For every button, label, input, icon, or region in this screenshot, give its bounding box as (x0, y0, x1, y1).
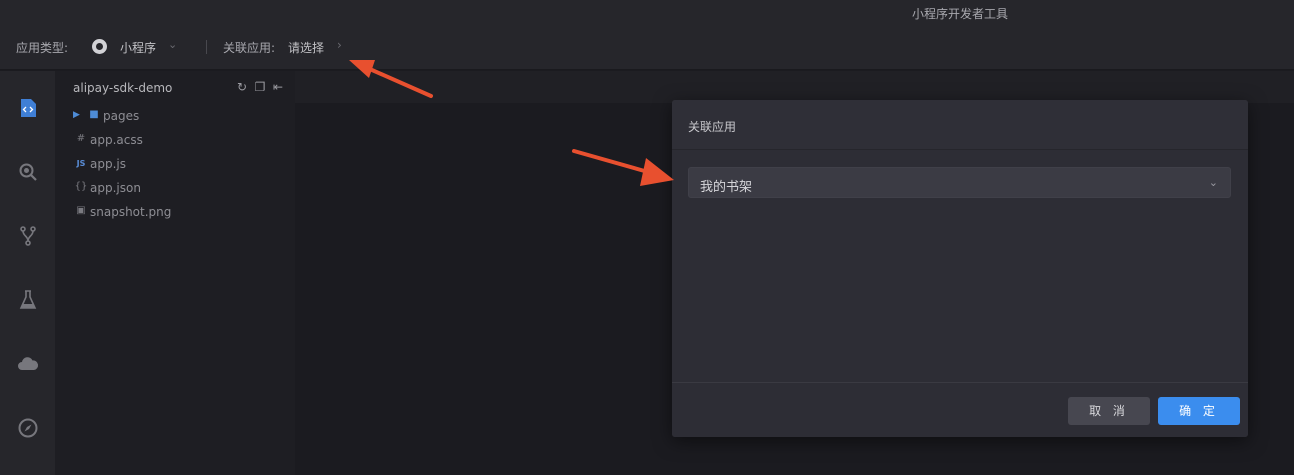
folder-icon: ■ (89, 109, 99, 120)
dialog-title: 关联应用 (688, 120, 737, 134)
cloud-icon[interactable] (17, 353, 39, 375)
git-branch-icon[interactable] (17, 225, 39, 247)
annotation-arrow-icon (349, 60, 433, 98)
search-debug-icon[interactable] (17, 161, 39, 183)
tree-item-snapshot-png[interactable]: ▣ snapshot.png (55, 200, 295, 224)
chevron-down-icon[interactable]: ⌄ (1209, 176, 1218, 189)
image-file-icon: ▣ (76, 205, 86, 216)
chevron-down-icon[interactable]: ⌄ (168, 38, 177, 51)
compass-icon[interactable] (17, 417, 39, 439)
explorer-actions: ↻ ❐ ⇤ (233, 80, 287, 94)
tree-item-label: app.acss (90, 133, 143, 147)
code-file-icon[interactable] (17, 97, 39, 119)
tree-item-label: app.json (90, 181, 141, 195)
toolbar-divider (206, 40, 207, 54)
project-name: alipay-sdk-demo (73, 81, 173, 95)
tree-item-label: app.js (90, 157, 126, 171)
tree-item-app-js[interactable]: JS app.js (55, 152, 295, 176)
cancel-button[interactable]: 取 消 (1068, 397, 1150, 425)
confirm-button[interactable]: 确 定 (1158, 397, 1240, 425)
hash-icon: # (76, 133, 86, 144)
app-root: 小程序开发者工具 应用类型: 小程序 ⌄ 关联应用: 请选择 › alipay-… (0, 0, 1294, 475)
related-app-dropdown[interactable]: 我的书架 ⌄ (688, 167, 1231, 198)
app-type-label: 应用类型: (16, 41, 69, 55)
dialog-header: 关联应用 (672, 100, 1248, 150)
dropdown-value: 我的书架 (700, 180, 753, 195)
js-file-icon: JS (76, 159, 86, 168)
tree-item-app-json[interactable]: {} app.json (55, 176, 295, 200)
activity-bar (0, 71, 55, 475)
title-bar: 小程序开发者工具 (0, 0, 1294, 26)
flask-icon[interactable] (17, 289, 39, 311)
tree-item-pages[interactable]: ▶ ■ pages (55, 104, 295, 128)
explorer-header: alipay-sdk-demo ↻ ❐ ⇤ (55, 71, 295, 103)
new-file-icon[interactable]: ❐ (251, 80, 269, 94)
related-app-dialog: 关联应用 我的书架 ⌄ 取 消 确 定 (672, 100, 1248, 437)
mini-program-icon (92, 39, 107, 54)
tree-item-label: pages (103, 109, 140, 123)
tree-item-app-acss[interactable]: # app.acss (55, 128, 295, 152)
refresh-icon[interactable]: ↻ (233, 80, 251, 94)
dialog-footer: 取 消 确 定 (672, 382, 1248, 437)
top-toolbar: 应用类型: 小程序 ⌄ 关联应用: 请选择 › (0, 26, 1294, 70)
chevron-right-icon[interactable]: › (337, 38, 342, 52)
app-type-select[interactable]: 小程序 (120, 39, 156, 56)
json-braces-icon: {} (74, 181, 88, 192)
annotation-arrow-icon (572, 149, 674, 186)
editor-tab-bar (295, 71, 1294, 103)
file-tree: ▶ ■ pages # app.acss JS app.js {} app.js… (55, 104, 295, 224)
tree-item-label: snapshot.png (90, 205, 172, 219)
caret-right-icon[interactable]: ▶ (73, 110, 80, 120)
related-app-label: 关联应用: (223, 41, 276, 55)
file-explorer: alipay-sdk-demo ↻ ❐ ⇤ ▶ ■ pages # app.acss… (55, 71, 295, 475)
related-app-select[interactable]: 请选择 (288, 39, 324, 56)
collapse-icon[interactable]: ⇤ (269, 80, 287, 94)
window-title: 小程序开发者工具 (911, 7, 1008, 21)
